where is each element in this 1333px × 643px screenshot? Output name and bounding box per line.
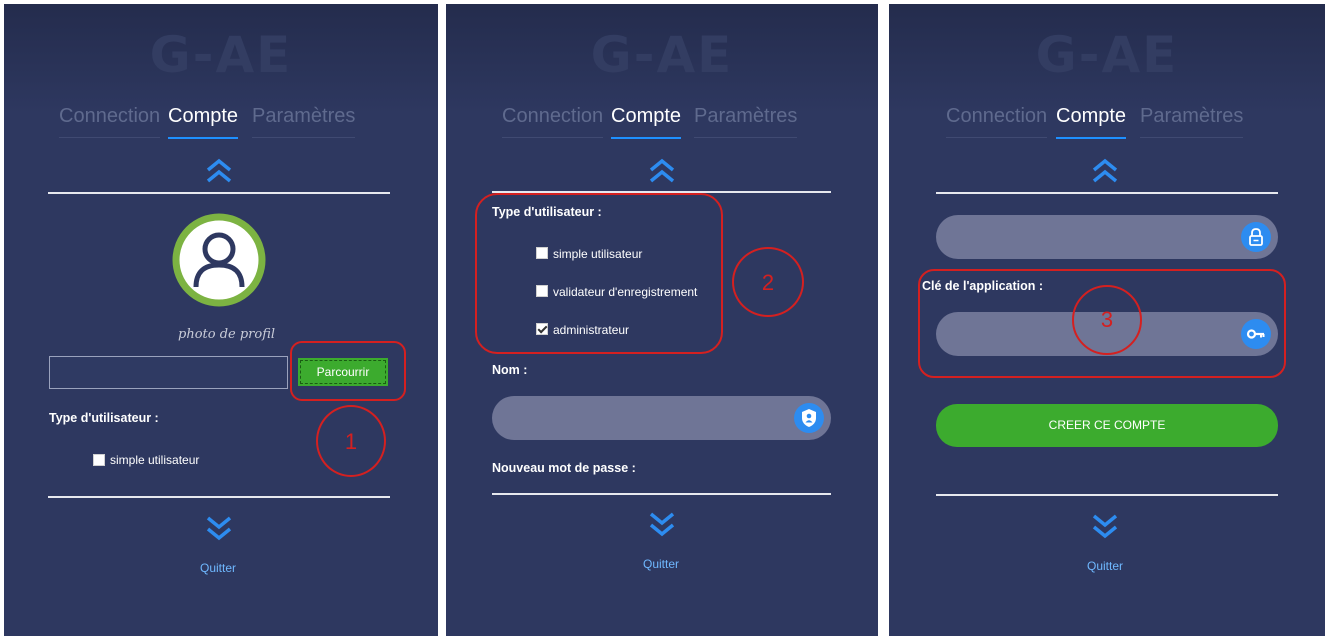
panel-step-2: G-AE Connection Compte Paramètres Type d… [446, 4, 878, 636]
checkbox-administrateur[interactable] [536, 323, 548, 335]
bottom-divider [492, 493, 831, 495]
chevron-double-up-icon[interactable] [204, 157, 234, 187]
app-logo: G-AE [590, 26, 734, 84]
tab-connection[interactable]: Connection [59, 105, 161, 138]
annotation-number-1-text: 1 [344, 429, 358, 454]
chevron-double-up-icon[interactable] [647, 157, 677, 187]
name-label: Nom : [492, 363, 528, 377]
panel-step-1: G-AE Connection Compte Paramètres photo … [4, 4, 438, 636]
tab-parametres[interactable]: Paramètres [252, 105, 356, 138]
top-divider [936, 192, 1278, 194]
key-icon [1241, 319, 1271, 349]
option-label-simple-utilisateur: simple utilisateur [110, 453, 200, 467]
user-avatar-icon[interactable] [172, 213, 266, 307]
option-label-simple-utilisateur: simple utilisateur [553, 247, 643, 261]
tab-connection[interactable]: Connection [946, 105, 1048, 138]
shield-user-icon [794, 403, 824, 433]
chevron-double-up-icon[interactable] [1090, 157, 1120, 187]
profile-photo-caption: photo de profil [178, 327, 276, 342]
user-type-label: Type d'utilisateur : [49, 411, 159, 425]
tab-compte[interactable]: Compte [1056, 105, 1127, 139]
tab-compte[interactable]: Compte [168, 105, 239, 139]
checkbox-simple-utilisateur[interactable] [93, 454, 105, 466]
chevron-double-down-icon[interactable] [1090, 510, 1120, 540]
checkbox-simple-utilisateur[interactable] [536, 247, 548, 259]
annotation-number-3: 3 [1072, 285, 1142, 355]
chevron-double-down-icon[interactable] [647, 508, 677, 538]
tab-parametres[interactable]: Paramètres [1140, 105, 1244, 138]
create-account-button-label: CREER CE COMPTE [1048, 418, 1166, 432]
annotation-number-2-text: 2 [761, 270, 775, 295]
chevron-double-down-icon[interactable] [204, 512, 234, 542]
top-divider [48, 192, 390, 194]
bottom-divider [48, 496, 390, 498]
quit-link[interactable]: Quitter [643, 557, 679, 571]
create-account-button[interactable]: CREER CE COMPTE [936, 404, 1278, 447]
annotation-number-2: 2 [732, 247, 804, 317]
name-field[interactable] [492, 396, 831, 440]
annotation-box-1 [290, 341, 406, 401]
annotation-number-1: 1 [316, 405, 386, 477]
app-logo: G-AE [1035, 26, 1179, 84]
app-logo: G-AE [149, 26, 293, 84]
file-path-input[interactable] [49, 356, 288, 389]
app-key-label: Clé de l'application : [922, 279, 1044, 293]
new-password-label: Nouveau mot de passe : [492, 461, 636, 475]
password-field[interactable] [936, 215, 1278, 259]
panel-step-3: G-AE Connection Compte Paramètres Clé de… [889, 4, 1325, 636]
option-label-validateur: validateur d'enregistrement [553, 285, 698, 299]
tab-parametres[interactable]: Paramètres [694, 105, 798, 138]
checkbox-validateur[interactable] [536, 285, 548, 297]
bottom-divider [936, 494, 1278, 496]
quit-link[interactable]: Quitter [1087, 559, 1123, 573]
quit-link[interactable]: Quitter [200, 561, 236, 575]
option-label-administrateur: administrateur [553, 323, 630, 337]
tab-connection[interactable]: Connection [502, 105, 604, 138]
user-type-label: Type d'utilisateur : [492, 205, 602, 219]
annotation-number-3-text: 3 [1100, 307, 1114, 332]
lock-icon [1241, 222, 1271, 252]
tab-compte[interactable]: Compte [611, 105, 682, 139]
